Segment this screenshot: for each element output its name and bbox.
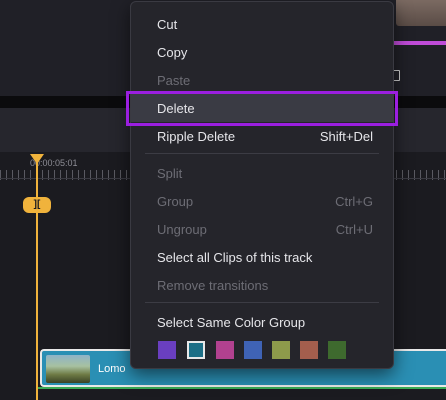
preview-thumbnail [396, 0, 446, 26]
accent-progress-bar [390, 41, 446, 45]
menu-item-label: Cut [157, 17, 178, 32]
menu-item-label: Group [157, 194, 194, 209]
playhead-line[interactable] [36, 160, 38, 400]
menu-separator [145, 153, 379, 154]
menu-item-paste[interactable]: Paste [131, 66, 393, 94]
menu-item-shortcut: Ctrl+G [335, 194, 373, 209]
context-menu: Cut Copy Paste Delete Ripple Delete Shif… [130, 1, 394, 369]
menu-item-label: Paste [157, 73, 191, 88]
menu-item-label: Ungroup [157, 222, 207, 237]
menu-item-label: Remove transitions [157, 278, 269, 293]
color-swatch[interactable] [272, 341, 290, 359]
playhead-split-badge[interactable]: ][ [23, 197, 51, 213]
menu-item-remove-transitions[interactable]: Remove transitions [131, 271, 393, 299]
color-swatch[interactable] [244, 341, 262, 359]
menu-item-label: Select all Clips of this track [157, 250, 313, 265]
clip-label: Lomo [98, 363, 126, 375]
menu-item-label: Copy [157, 45, 188, 60]
audio-track-line [38, 387, 446, 389]
menu-item-shortcut: Shift+Del [319, 129, 373, 144]
color-swatch-selected[interactable] [187, 341, 205, 359]
delete-focus-outline [126, 91, 398, 126]
menu-item-cut[interactable]: Cut [131, 10, 393, 38]
menu-item-ripple-delete[interactable]: Ripple Delete Shift+Del [131, 122, 393, 150]
menu-item-split[interactable]: Split [131, 159, 393, 187]
menu-item-label: Ripple Delete [157, 129, 236, 144]
menu-item-label: Select Same Color Group [157, 315, 306, 330]
menu-item-select-all-track[interactable]: Select all Clips of this track [131, 243, 393, 271]
menu-item-group[interactable]: Group Ctrl+G [131, 187, 393, 215]
menu-item-shortcut: Ctrl+U [335, 222, 373, 237]
playhead-handle[interactable] [30, 154, 44, 164]
clip-thumbnail [46, 355, 90, 383]
color-swatch[interactable] [216, 341, 234, 359]
color-swatch[interactable] [328, 341, 346, 359]
menu-item-ungroup[interactable]: Ungroup Ctrl+U [131, 215, 393, 243]
menu-item-label: Split [157, 166, 183, 181]
color-swatch[interactable] [158, 341, 176, 359]
menu-item-select-color-group[interactable]: Select Same Color Group [131, 308, 393, 336]
color-swatch[interactable] [300, 341, 318, 359]
menu-separator [145, 302, 379, 303]
menu-item-copy[interactable]: Copy [131, 38, 393, 66]
